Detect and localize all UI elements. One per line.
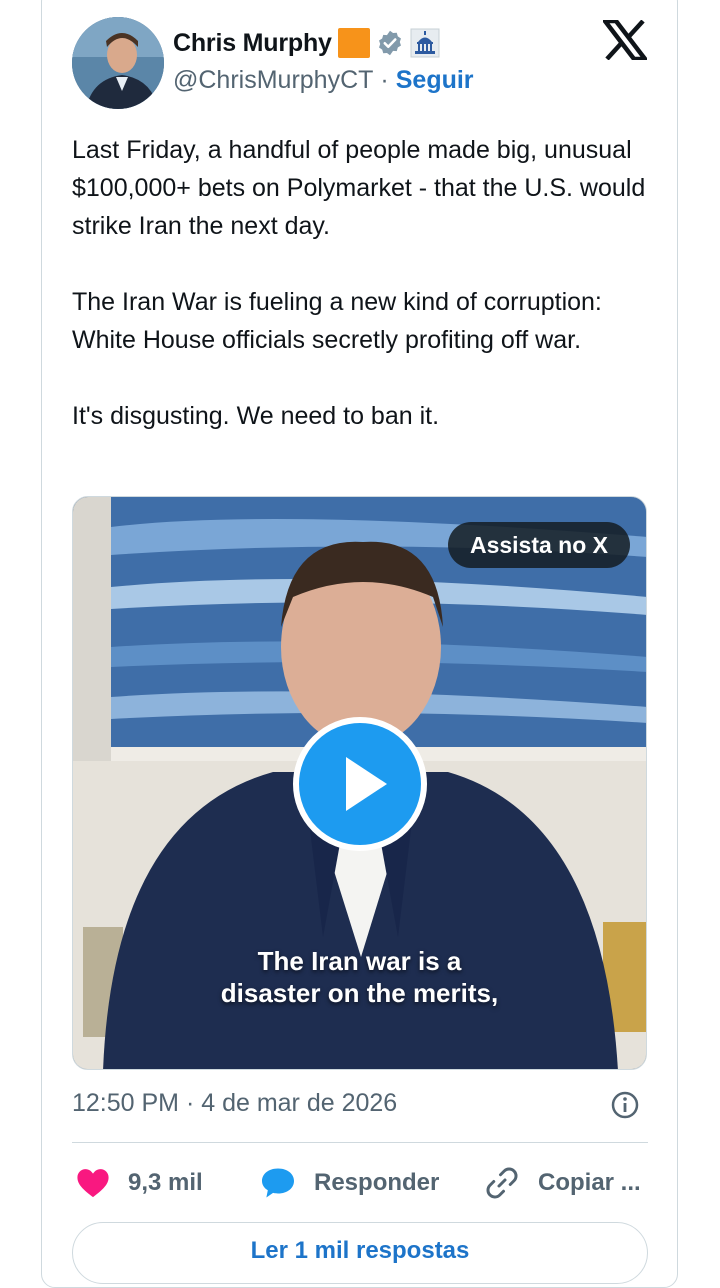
watch-on-x-button[interactable]: Assista no X [447,522,630,568]
orange-square-icon [337,28,370,58]
verified-badge-icon [378,30,401,56]
author-handle[interactable]: @ChrisMurphyCT [173,66,373,95]
play-icon [346,757,387,811]
info-icon[interactable] [610,1090,640,1120]
copy-label: Copiar ... [538,1169,641,1196]
tweet-paragraph: The Iran War is fueling a new kind of co… [72,288,602,354]
divider [72,1142,648,1143]
like-button[interactable]: 9,3 mil [76,1160,203,1206]
play-button[interactable] [293,717,427,851]
avatar-photo [72,17,164,109]
read-replies-button[interactable]: Ler 1 mil respostas [72,1222,648,1284]
capitol-icon [410,28,440,58]
follow-button[interactable]: Seguir [396,66,474,95]
author-name-row: Chris Murphy [173,26,440,60]
like-count: 9,3 mil [128,1169,203,1196]
author-display-name[interactable]: Chris Murphy [173,29,332,58]
caption-line: The Iran war is a [257,946,462,976]
copy-link-button[interactable]: Copiar ... [484,1160,641,1206]
author-handle-row: @ChrisMurphyCT · Seguir [173,66,474,95]
tweet-paragraph: Last Friday, a handful of people made bi… [72,136,646,240]
avatar[interactable] [72,17,164,109]
caption-line: disaster on the merits, [220,978,499,1008]
reply-label: Responder [314,1169,440,1196]
speech-bubble-icon [262,1168,294,1198]
heart-icon [77,1169,109,1198]
tweet-timestamp[interactable]: 12:50 PM · 4 de mar de 2026 [72,1089,397,1118]
video-player[interactable]: Assista no X The Iran war is a disaster … [72,496,647,1070]
tweet-paragraph: It's disgusting. We need to ban it. [72,402,440,430]
tweet-text: Last Friday, a handful of people made bi… [72,131,652,473]
reply-button[interactable]: Responder [260,1160,439,1206]
video-caption: The Iran war is a disaster on the merits… [73,945,646,1009]
tweet-actions: 9,3 mil Responder Copiar ... [72,1160,648,1206]
x-logo-icon[interactable] [603,20,647,60]
link-icon [486,1167,518,1199]
handle-separator: · [380,66,389,94]
